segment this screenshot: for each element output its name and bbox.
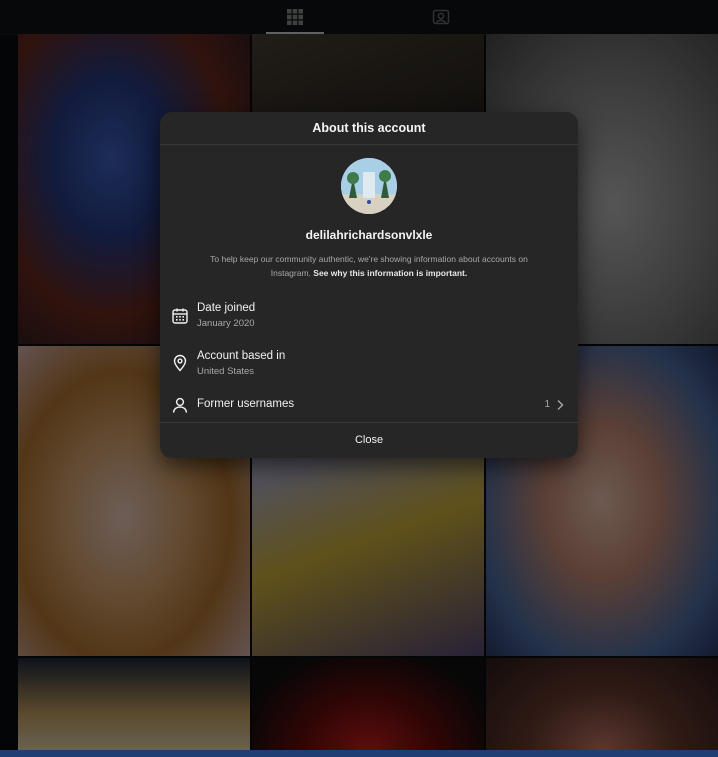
username: delilahrichardsonvlxle	[305, 228, 433, 242]
about-account-dialog: About this account delilahrichardsonvlxl…	[160, 112, 578, 458]
chevron-right-icon	[557, 400, 564, 410]
date-joined-label: Date joined	[197, 302, 256, 314]
person-icon	[172, 397, 188, 413]
info-description: To help keep our community authentic, we…	[190, 252, 548, 280]
calendar-icon	[172, 308, 188, 324]
taskbar-strip	[0, 750, 718, 757]
former-usernames-count: 1	[544, 399, 550, 410]
location-pin-icon	[173, 354, 187, 372]
account-based-in-row: Account based in United States	[160, 342, 578, 386]
why-info-link[interactable]: See why this information is important.	[313, 268, 467, 278]
avatar	[341, 158, 397, 214]
former-usernames-label: Former usernames	[197, 398, 295, 410]
account-based-in-label: Account based in	[197, 350, 286, 362]
date-joined-row: Date joined January 2020	[160, 294, 578, 338]
dialog-title: About this account	[160, 112, 578, 145]
date-joined-value: January 2020	[197, 318, 255, 329]
account-based-in-value: United States	[197, 366, 255, 377]
close-button[interactable]: Close	[160, 423, 578, 458]
